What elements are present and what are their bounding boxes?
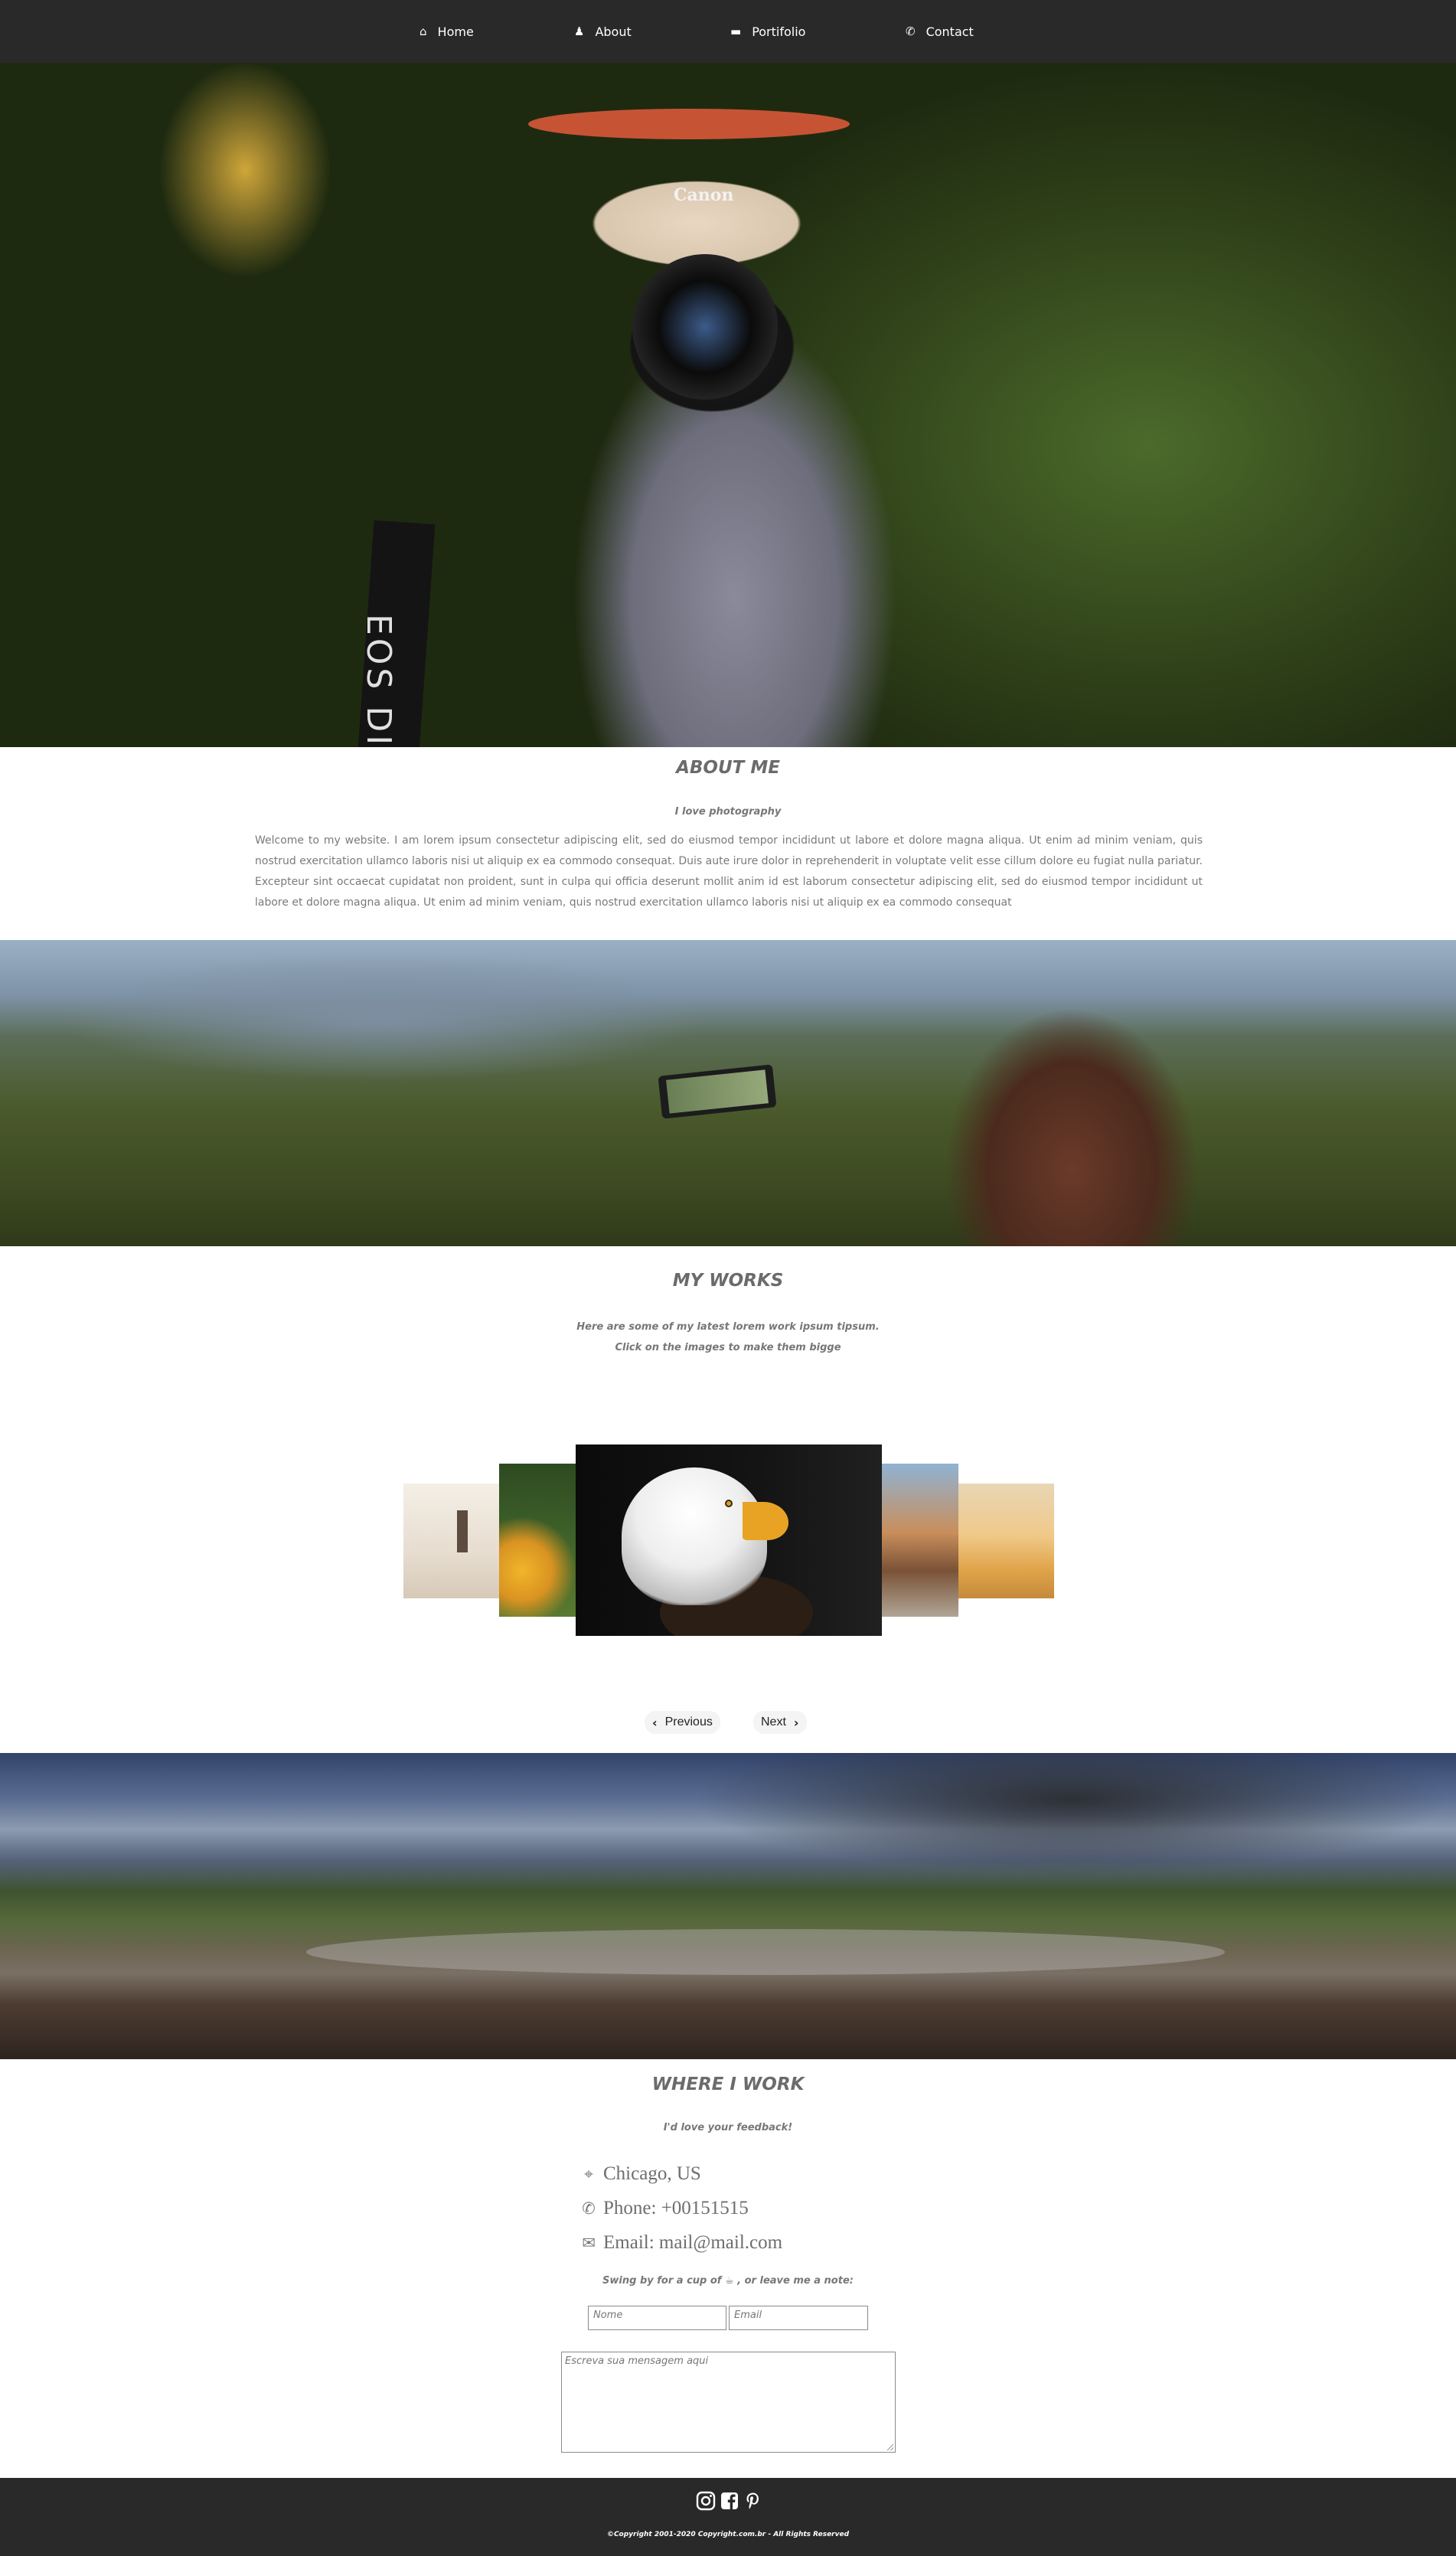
about-title: ABOUT ME — [676, 758, 780, 778]
carousel-next-button[interactable]: Next › — [753, 1711, 807, 1734]
eagle-eye — [725, 1500, 733, 1507]
message-placeholder: Escreva sua mensagem aqui — [565, 2355, 709, 2367]
next-label: Next — [761, 1715, 786, 1728]
camera-strap-text: EOS DIGITAL — [359, 614, 398, 747]
pinterest-icon[interactable] — [742, 2489, 765, 2512]
phone-icon: ✆ — [906, 24, 916, 38]
works-carousel — [0, 1431, 1456, 1646]
folder-icon: ▬ — [730, 24, 742, 38]
user-icon: ♟ — [574, 24, 585, 38]
nav-portfolio-label: Portifolio — [752, 24, 806, 39]
previous-label: Previous — [664, 1715, 713, 1728]
works-subtitle-line2: Click on the images to make them bigge — [615, 1342, 841, 1353]
chevron-right-icon: › — [793, 1715, 799, 1730]
carousel-slide-field-cheer[interactable] — [958, 1484, 1054, 1598]
nav-contact-label: Contact — [926, 24, 974, 39]
phone-icon: ✆ — [582, 2199, 596, 2218]
carousel-previous-button[interactable]: ‹ Previous — [645, 1711, 720, 1734]
nav-about-link[interactable]: ♟ About — [574, 0, 632, 63]
nav-contact-link[interactable]: ✆ Contact — [906, 0, 974, 63]
copyright-text: ©Copyright 2001-2020 Copyright.com.br - … — [606, 2531, 850, 2538]
nav-portfolio-link[interactable]: ▬ Portifolio — [730, 0, 805, 63]
about-subtitle: I love photography — [674, 806, 782, 818]
camera-lens — [632, 254, 778, 400]
about-body-text: Welcome to my website. I am lorem ipsum … — [255, 834, 1203, 909]
chevron-left-icon: ‹ — [652, 1715, 658, 1730]
message-textarea[interactable]: Escreva sua mensagem aqui — [561, 2352, 896, 2453]
carousel-slide-tree-jump[interactable] — [882, 1464, 958, 1617]
camera-brand-text: Canon — [674, 185, 734, 205]
carousel-slide-winter-walker[interactable] — [403, 1484, 499, 1598]
nav-home-link[interactable]: ⌂ Home — [419, 0, 474, 63]
location-text: Chicago, US — [603, 2163, 701, 2184]
contact-note: Swing by for a cup of ☕ , or leave me a … — [602, 2275, 854, 2287]
works-subtitle-line1: Here are some of my latest lorem work ip… — [576, 1321, 880, 1333]
nav-home-label: Home — [437, 24, 474, 39]
contact-subtitle: I'd love your feedback! — [663, 2122, 793, 2133]
envelope-icon: ✉ — [582, 2234, 596, 2252]
phone-text: Phone: +00151515 — [603, 2198, 749, 2218]
hero-photographer-image: Canon EOS DIGITAL — [0, 63, 1456, 747]
map-marker-icon: ⌖ — [584, 2164, 593, 2183]
carousel-slide-bald-eagle[interactable] — [576, 1444, 882, 1636]
river-shape — [306, 1929, 1225, 1975]
contact-title: WHERE I WORK — [651, 2075, 805, 2094]
contact-phone: ✆ Phone: +00151515 — [582, 2198, 749, 2219]
carousel-slide-sunflower[interactable] — [499, 1464, 576, 1617]
works-title: MY WORKS — [672, 1271, 784, 1291]
top-navbar: ⌂ Home ♟ About ▬ Portifolio ✆ Contact — [0, 0, 1456, 63]
mountain-phone-photo — [0, 940, 1456, 1246]
email-text: Email: mail@mail.com — [603, 2232, 783, 2253]
eagle-beak — [743, 1502, 788, 1540]
resize-handle[interactable] — [886, 2443, 893, 2450]
email-input[interactable]: Email — [729, 2306, 868, 2330]
facebook-icon[interactable] — [718, 2489, 741, 2512]
contact-email: ✉ Email: mail@mail.com — [582, 2232, 782, 2254]
instagram-icon[interactable] — [694, 2489, 717, 2512]
mountain-valley-photo — [0, 1753, 1456, 2059]
contact-location: ⌖ Chicago, US — [582, 2163, 701, 2185]
hat-band — [528, 109, 850, 139]
home-icon: ⌂ — [419, 24, 427, 38]
nav-about-label: About — [595, 24, 632, 39]
name-input[interactable]: Nome — [588, 2306, 726, 2330]
